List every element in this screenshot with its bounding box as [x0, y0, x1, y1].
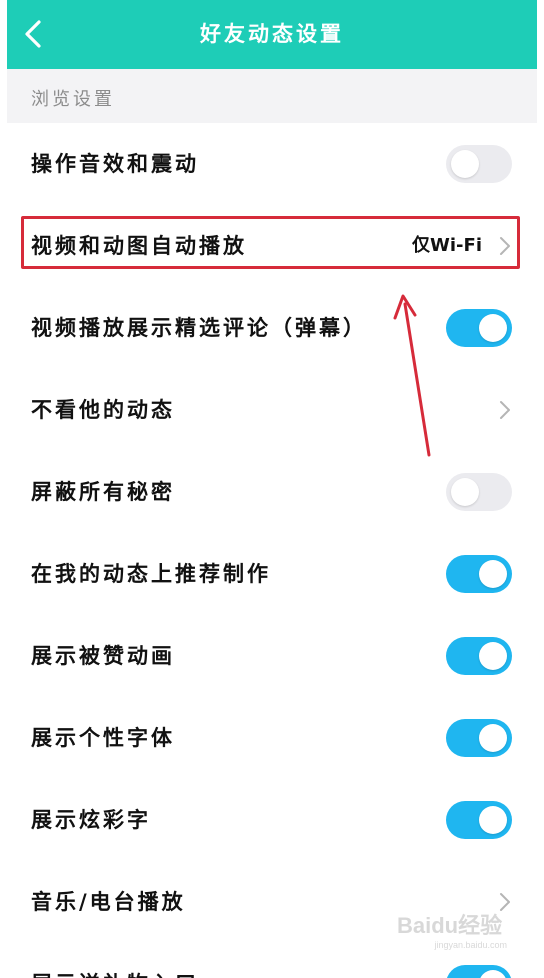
settings-row[interactable]: 展示个性字体	[7, 697, 537, 779]
settings-row-label: 操作音效和震动	[31, 152, 199, 176]
settings-row[interactable]: 不看他的动态	[7, 369, 537, 451]
section-header: 浏览设置	[7, 69, 537, 123]
toggle-switch[interactable]	[446, 555, 512, 593]
toggle-switch[interactable]	[446, 637, 512, 675]
toggle-knob	[479, 642, 507, 670]
settings-row-label: 展示个性字体	[31, 726, 175, 750]
settings-row[interactable]: 视频播放展示精选评论（弹幕）	[7, 287, 537, 369]
toggle-knob	[479, 724, 507, 752]
settings-row[interactable]: 音乐/电台播放	[7, 861, 537, 943]
settings-row-value: 仅Wi-Fi	[412, 235, 482, 256]
toggle-knob	[479, 970, 507, 978]
toggle-knob	[451, 478, 479, 506]
toggle-switch[interactable]	[446, 801, 512, 839]
toggle-switch[interactable]	[446, 309, 512, 347]
settings-row-label: 音乐/电台播放	[31, 890, 186, 914]
settings-row-label: 展示炫彩字	[31, 808, 151, 832]
page-title: 好友动态设置	[200, 22, 344, 46]
settings-row-label: 展示送礼物入口	[31, 943, 199, 978]
toggle-knob	[479, 560, 507, 588]
chevron-right-icon	[500, 401, 510, 419]
settings-row[interactable]: 展示被赞动画	[7, 615, 537, 697]
toggle-switch[interactable]	[446, 145, 512, 183]
section-label: 浏览设置	[31, 89, 115, 110]
settings-row-label: 屏蔽所有秘密	[31, 480, 175, 504]
settings-row[interactable]: 在我的动态上推荐制作	[7, 533, 537, 615]
settings-row-label: 视频播放展示精选评论（弹幕）	[31, 316, 367, 340]
screen: 好友动态设置 浏览设置 操作音效和震动视频和动图自动播放 仅Wi-Fi 视频播放展示…	[7, 0, 537, 978]
settings-row-label: 在我的动态上推荐制作	[31, 562, 271, 586]
toggle-knob	[451, 150, 479, 178]
toggle-switch[interactable]	[446, 965, 512, 978]
app-header: 好友动态设置	[7, 0, 537, 69]
settings-row[interactable]: 屏蔽所有秘密	[7, 451, 537, 533]
settings-row[interactable]: 视频和动图自动播放 仅Wi-Fi	[7, 205, 537, 287]
settings-row-label: 展示被赞动画	[31, 644, 175, 668]
settings-row-label: 视频和动图自动播放	[31, 234, 247, 258]
settings-row[interactable]: 展示送礼物入口	[7, 943, 537, 978]
toggle-switch[interactable]	[446, 719, 512, 757]
toggle-switch[interactable]	[446, 473, 512, 511]
settings-row[interactable]: 操作音效和震动	[7, 123, 537, 205]
settings-row[interactable]: 展示炫彩字	[7, 779, 537, 861]
settings-row-label: 不看他的动态	[31, 398, 175, 422]
toggle-knob	[479, 806, 507, 834]
chevron-right-icon	[500, 893, 510, 911]
toggle-knob	[479, 314, 507, 342]
chevron-right-icon	[500, 237, 510, 255]
